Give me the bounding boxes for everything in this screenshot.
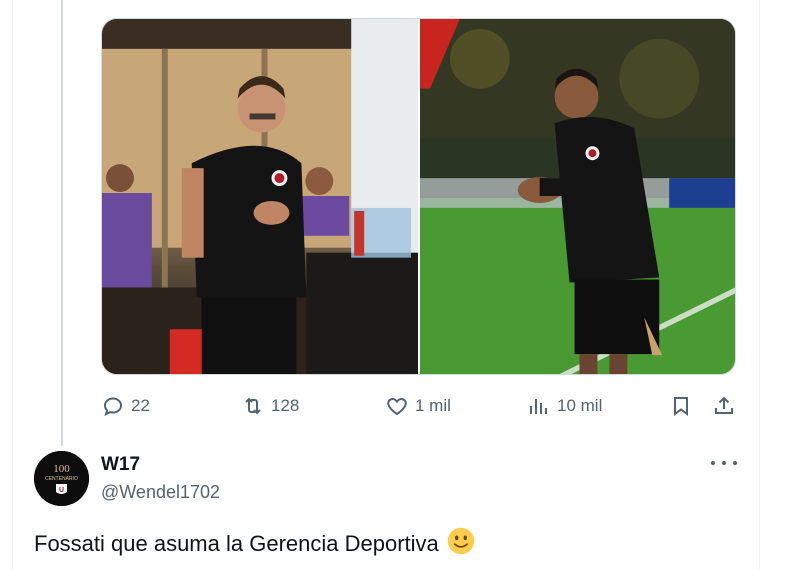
- thread-connector-line: [61, 0, 63, 446]
- svg-text:100: 100: [53, 463, 70, 475]
- bookmark-icon: [674, 397, 688, 416]
- share-icon: [715, 396, 733, 414]
- slightly-smiling-face-icon: [447, 527, 474, 555]
- reply-avatar[interactable]: 100 CENTENARIO U: [34, 451, 89, 506]
- svg-text:U: U: [59, 487, 64, 494]
- tweet-media-grid: [101, 18, 736, 375]
- tweet-photo-1[interactable]: [102, 19, 418, 374]
- reply-handle[interactable]: @Wendel1702: [101, 482, 220, 503]
- retweet-icon: [245, 397, 261, 415]
- retweet-count: 128: [271, 396, 300, 415]
- reply-icon: [103, 397, 123, 417]
- share-button[interactable]: [712, 390, 736, 422]
- stadium-scene: [420, 19, 735, 374]
- more-options-button[interactable]: [711, 452, 737, 474]
- reply-display-name[interactable]: W17: [101, 454, 140, 476]
- reply-body: Fossati que asuma la Gerencia Deportiva: [34, 527, 475, 557]
- more-dot-icon: [711, 461, 715, 465]
- like-count: 1 mil: [415, 396, 451, 415]
- views-chart-icon: [530, 399, 547, 414]
- bookmark-button[interactable]: [669, 390, 693, 422]
- heart-icon: [387, 397, 407, 416]
- locker-room-scene: [102, 19, 418, 374]
- svg-text:CENTENARIO: CENTENARIO: [45, 476, 78, 482]
- retweet-button[interactable]: 128: [241, 390, 299, 422]
- tweet-action-bar: 22 128 1 mil 10 mil: [101, 390, 741, 422]
- centenario-logo-icon: 100 CENTENARIO U: [34, 451, 89, 506]
- like-button[interactable]: 1 mil: [385, 390, 451, 422]
- tweet-photo-2[interactable]: [420, 19, 735, 374]
- reply-count: 22: [131, 396, 150, 415]
- more-dot-icon: [733, 461, 737, 465]
- reply-button[interactable]: 22: [101, 390, 150, 422]
- views-count: 10 mil: [557, 396, 603, 415]
- reply-text: Fossati que asuma la Gerencia Deportiva: [34, 531, 439, 556]
- more-dot-icon: [722, 461, 726, 465]
- views-button[interactable]: 10 mil: [527, 390, 602, 422]
